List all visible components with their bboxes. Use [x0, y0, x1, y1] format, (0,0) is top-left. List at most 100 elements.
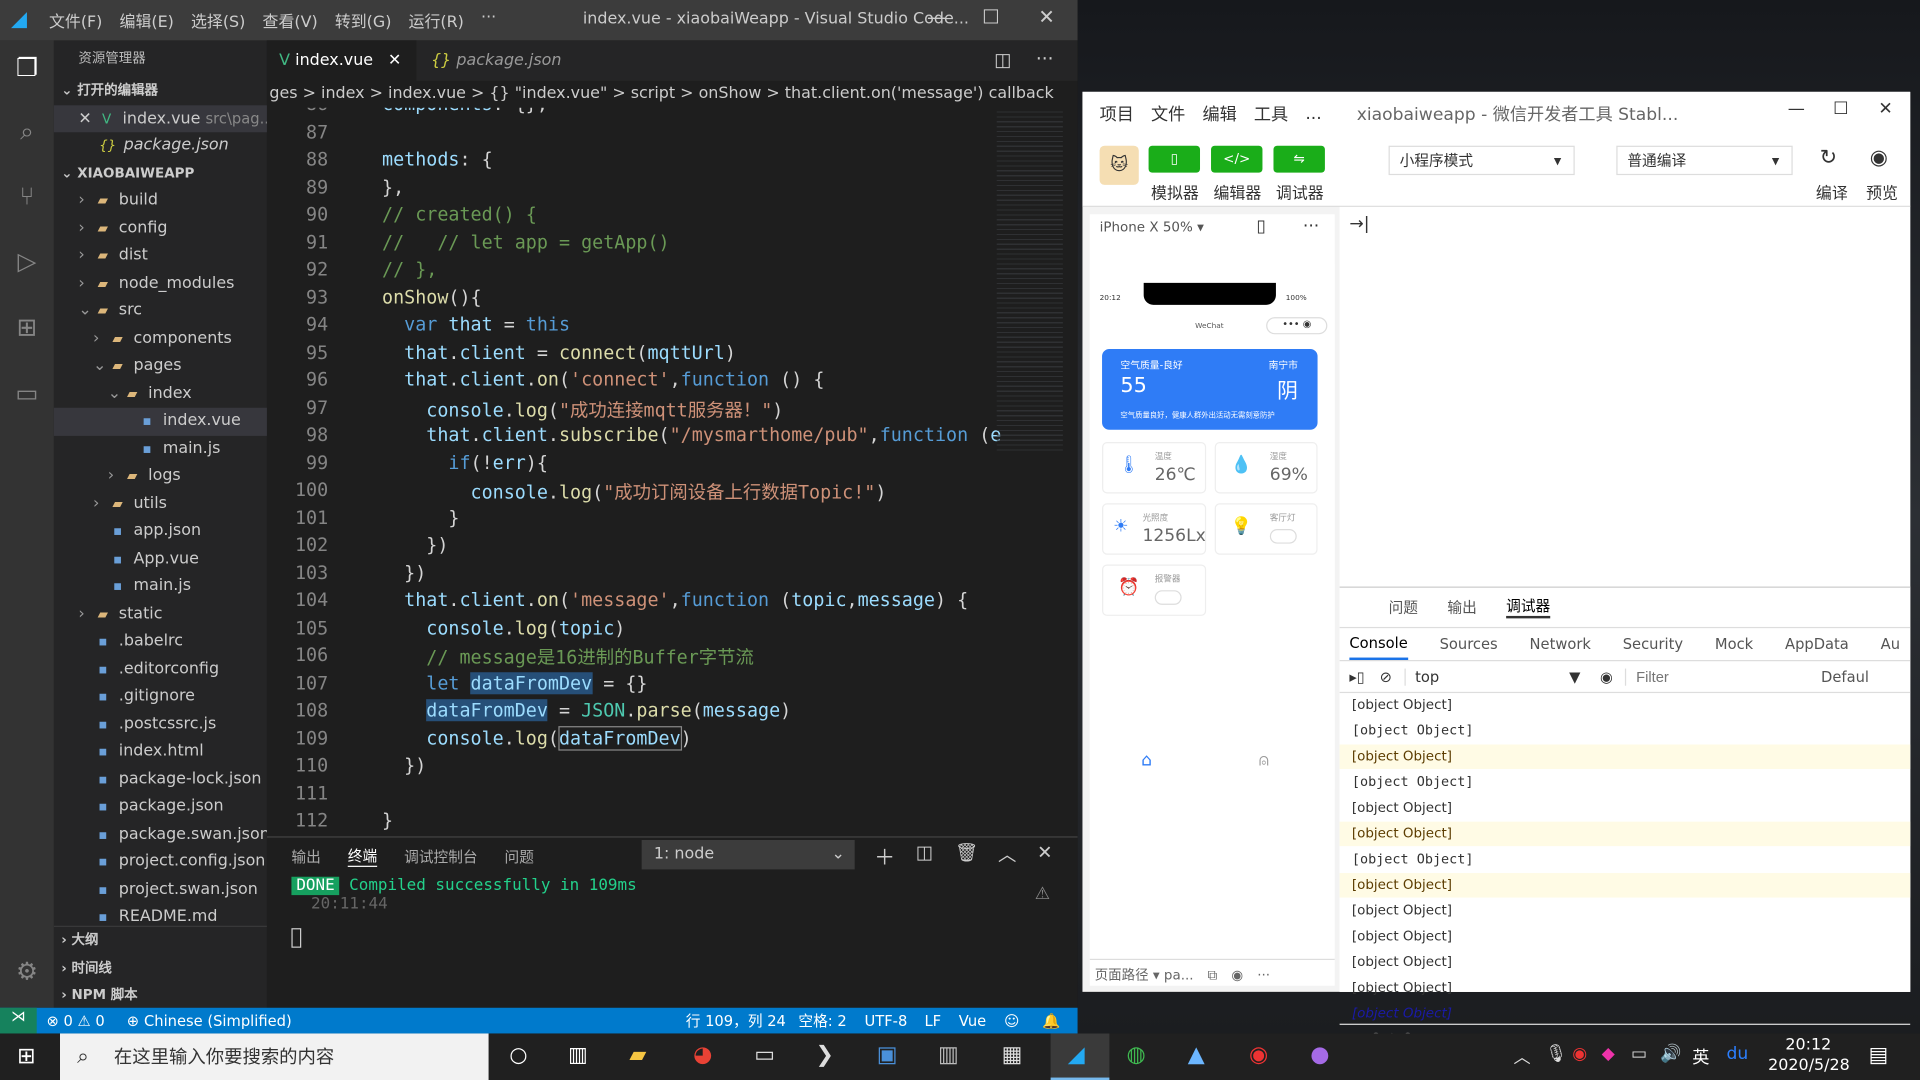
- tree-item[interactable]: ▪ package.json: [54, 793, 267, 821]
- console-line[interactable]: [object Object]: [1340, 1002, 1911, 1026]
- photos-icon[interactable]: ▲: [1188, 1042, 1205, 1068]
- mode-select[interactable]: 小程序模式 ▾: [1388, 145, 1575, 176]
- chrome-icon[interactable]: ◕: [693, 1042, 712, 1068]
- devtools-tab[interactable]: Au: [1881, 636, 1900, 653]
- minimap[interactable]: [996, 111, 1063, 455]
- alarm-switch[interactable]: [1154, 590, 1182, 605]
- menu-item[interactable]: 转到(G): [335, 9, 392, 32]
- code-line[interactable]: console.log("成功订阅设备上行数据Topic!"): [382, 479, 887, 505]
- source-control-icon[interactable]: ⑂: [12, 181, 41, 210]
- debug-top-tab[interactable]: 输出: [1447, 596, 1476, 617]
- console-filter-input[interactable]: [1625, 667, 1822, 686]
- tree-item[interactable]: ▪ project.swan.json: [54, 876, 267, 904]
- close-icon[interactable]: ✕: [78, 110, 91, 128]
- user-tab-icon[interactable]: ⍝: [1259, 751, 1269, 771]
- code-line[interactable]: onShow(){: [382, 286, 482, 308]
- tree-item[interactable]: › ▰ utils: [54, 490, 267, 518]
- panel-tab[interactable]: 调试控制台: [404, 846, 477, 867]
- console-output[interactable]: [object Object] [object Object] [object Ob…: [1339, 693, 1911, 1047]
- feedback-icon[interactable]: ☺: [1004, 1012, 1019, 1029]
- extensions-icon[interactable]: ⊞: [12, 312, 41, 341]
- more-actions-icon[interactable]: ···: [1036, 48, 1054, 70]
- collapse-icon[interactable]: →|: [1349, 214, 1369, 234]
- panel-tab[interactable]: 问题: [505, 846, 534, 867]
- ime-indicator[interactable]: 英: [1692, 1044, 1709, 1068]
- maximize-panel-icon[interactable]: ︿: [998, 841, 1016, 867]
- code-line[interactable]: },: [382, 176, 404, 198]
- code-line[interactable]: methods: {: [382, 148, 493, 170]
- volume-icon[interactable]: 🔊: [1660, 1044, 1681, 1064]
- menu-item[interactable]: 运行(R): [409, 9, 464, 32]
- microphone-icon[interactable]: 🎙: [1545, 1044, 1567, 1064]
- explorer-icon[interactable]: ❐: [12, 53, 41, 82]
- more-icon[interactable]: ···: [1257, 967, 1270, 983]
- devtools-tab[interactable]: Mock: [1715, 636, 1753, 653]
- baidu-icon[interactable]: du: [1727, 1044, 1749, 1064]
- tree-item[interactable]: › ▰ build: [54, 187, 267, 215]
- menu-item[interactable]: 查看(V): [263, 9, 318, 32]
- more-icon[interactable]: ···: [1303, 217, 1319, 237]
- console-line[interactable]: [object Object]: [1340, 719, 1911, 743]
- breadcrumb[interactable]: ges > index > index.vue > {} "index.vue"…: [267, 81, 1078, 108]
- compile-select[interactable]: 普通编译 ▾: [1616, 145, 1793, 176]
- code-line[interactable]: that.client.on('connect',function () {: [382, 369, 824, 391]
- devtools-tab[interactable]: Network: [1530, 636, 1591, 653]
- terminal-select[interactable]: 1: node ⌄: [641, 840, 855, 870]
- console-line[interactable]: [object Object]: [1339, 744, 1911, 769]
- books-icon[interactable]: ▥: [938, 1042, 959, 1068]
- menu-item[interactable]: 编辑(E): [120, 9, 174, 32]
- devtools-tab[interactable]: Security: [1623, 636, 1683, 653]
- taskbar-search[interactable]: ⌕ 在这里输入你要搜索的内容: [60, 1033, 489, 1080]
- network-icon[interactable]: ▭: [1631, 1044, 1647, 1064]
- code-line[interactable]: }): [382, 561, 426, 583]
- notification-icon[interactable]: ▤: [1869, 1043, 1889, 1067]
- console-line[interactable]: [object Object]: [1339, 873, 1911, 898]
- code-line[interactable]: // },: [382, 258, 437, 280]
- tree-item[interactable]: ▪ .gitignore: [54, 683, 267, 711]
- language-mode[interactable]: Vue: [959, 1012, 986, 1029]
- mqtt-client-icon[interactable]: ●: [1310, 1042, 1329, 1068]
- tree-item[interactable]: ▪ package.swan.json: [54, 821, 267, 849]
- menu-item[interactable]: ···: [481, 9, 496, 32]
- cortana-icon[interactable]: ○: [509, 1043, 527, 1067]
- refresh-icon[interactable]: ↻: [1820, 146, 1837, 170]
- console-line[interactable]: [object Object]: [1340, 796, 1911, 820]
- section-header[interactable]: › 时间线: [54, 954, 267, 982]
- console-line[interactable]: [object Object]: [1340, 899, 1911, 923]
- tree-item[interactable]: ⌄ ▰ src: [54, 298, 267, 326]
- console-line[interactable]: [object Object]: [1339, 821, 1911, 847]
- tree-item[interactable]: ▪ main.js: [54, 573, 267, 601]
- console-line[interactable]: [object Object]: [1340, 976, 1911, 1000]
- code-line[interactable]: console.log(dataFromDev): [382, 725, 692, 751]
- panel-tab[interactable]: 终端: [347, 845, 378, 867]
- tree-item[interactable]: ▪ App.vue: [54, 546, 267, 574]
- log-levels-select[interactable]: Defaul: [1821, 668, 1869, 685]
- eye-icon[interactable]: ◉: [1231, 967, 1243, 983]
- tree-item[interactable]: ⌄ ▰ pages: [54, 353, 267, 381]
- console-line[interactable]: [object Object]: [1340, 950, 1911, 974]
- menu-item[interactable]: 项目: [1100, 102, 1134, 126]
- code-line[interactable]: let dataFromDev = {}: [382, 671, 647, 694]
- panel-tab[interactable]: 输出: [291, 846, 320, 867]
- menu-item[interactable]: 工具: [1254, 102, 1288, 126]
- task-view-icon[interactable]: ▥: [568, 1043, 588, 1067]
- console-line[interactable]: [object Object]: [1340, 770, 1911, 794]
- lamp-switch[interactable]: [1269, 528, 1297, 544]
- clear-console-icon[interactable]: ⊘: [1380, 668, 1392, 685]
- menu-item[interactable]: 编辑: [1202, 102, 1236, 126]
- open-editor-index-vue[interactable]: ✕ Vindex.vue src\pag...: [53, 104, 267, 133]
- clock-date[interactable]: 2020/5/28: [1768, 1057, 1850, 1075]
- search-icon[interactable]: ⌕: [12, 116, 41, 145]
- tab-package-json[interactable]: {} package.json: [419, 40, 574, 80]
- console-line[interactable]: [object Object]: [1340, 847, 1911, 871]
- avatar[interactable]: 🐱: [1099, 145, 1139, 185]
- open-editors-section[interactable]: ⌄ 打开的编辑器: [54, 77, 267, 105]
- indentation[interactable]: 空格: 2: [798, 1010, 846, 1031]
- encoding[interactable]: UTF-8: [864, 1012, 907, 1029]
- tray-chevron-icon[interactable]: ︿: [1513, 1044, 1530, 1068]
- new-terminal-icon[interactable]: ＋: [874, 840, 895, 870]
- eye-icon[interactable]: ◉: [1870, 146, 1888, 170]
- bell-icon[interactable]: 🔔: [1042, 1012, 1060, 1029]
- tree-item[interactable]: ▪ index.vue: [53, 407, 267, 436]
- app-tray-icon[interactable]: ◆: [1602, 1044, 1615, 1064]
